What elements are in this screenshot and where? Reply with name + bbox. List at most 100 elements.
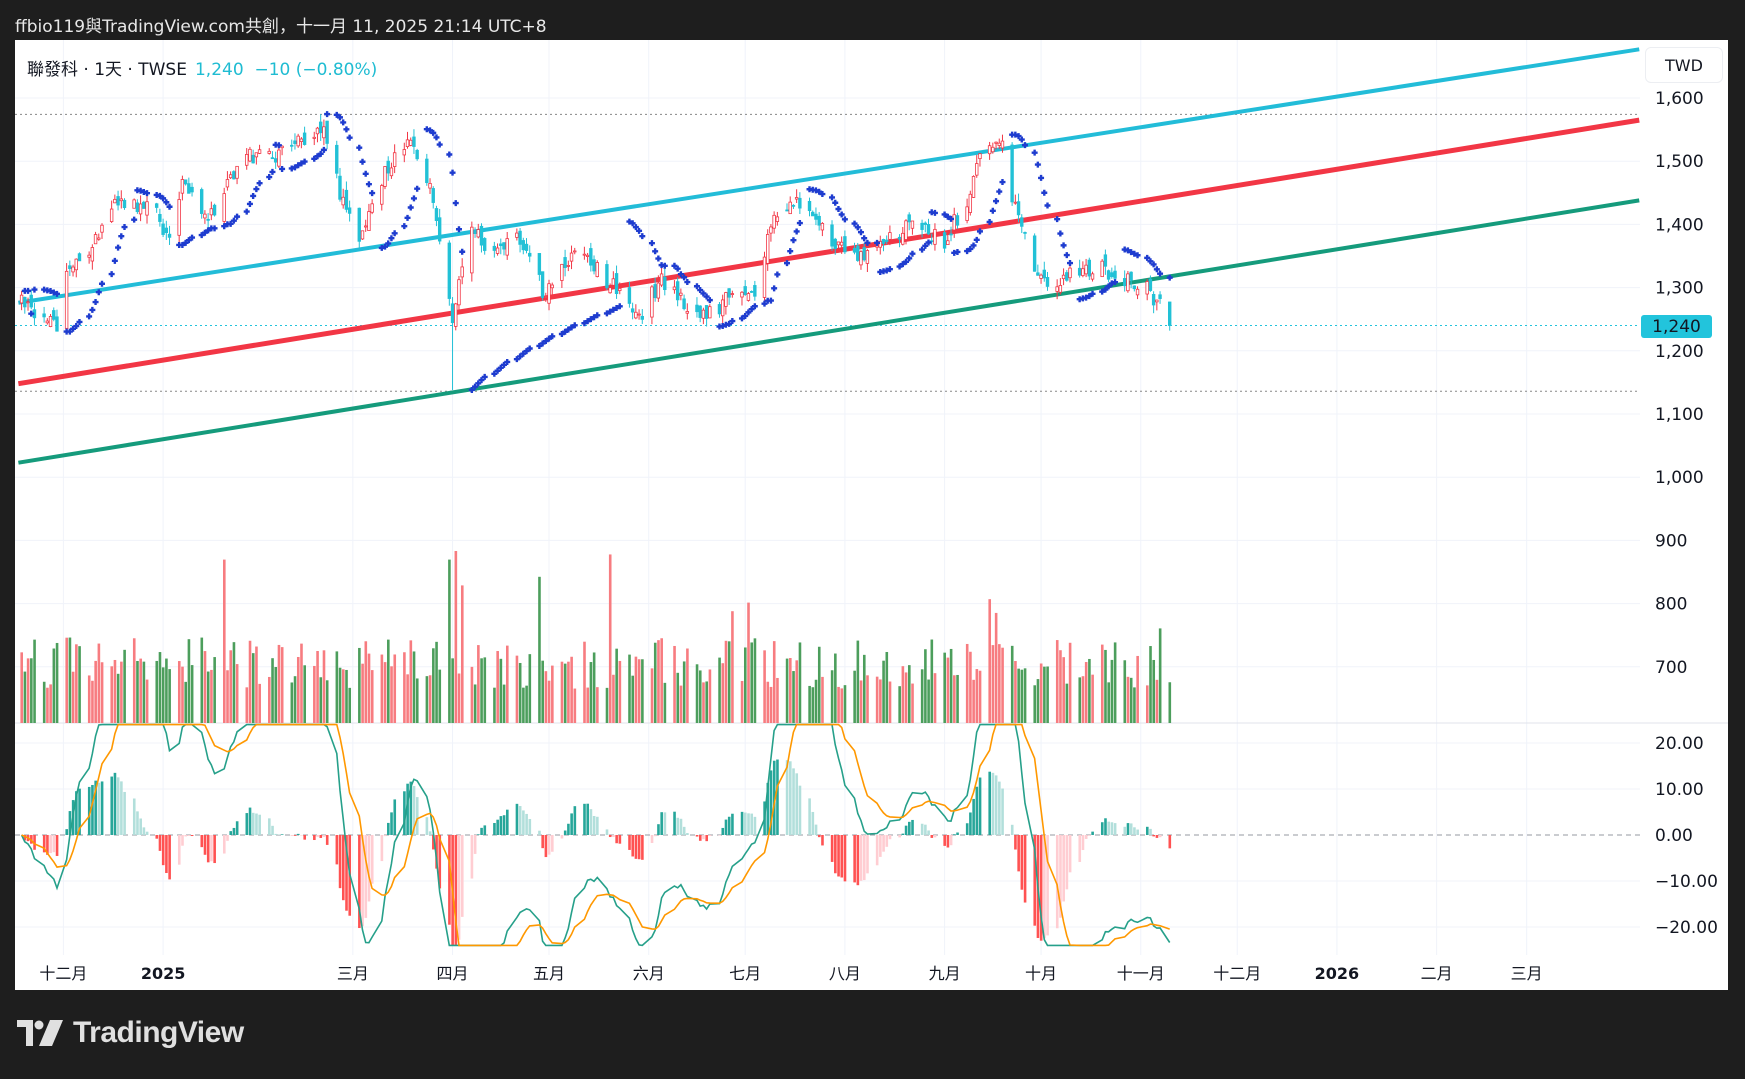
- price-tick-label: 800: [1655, 595, 1687, 615]
- sar-point: [89, 306, 96, 313]
- volume-bar: [165, 658, 168, 723]
- sar-point: [362, 170, 369, 177]
- candle-body: [473, 229, 477, 235]
- sar-point: [1067, 260, 1074, 267]
- volume-bar: [708, 669, 712, 723]
- candle-body: [605, 264, 609, 289]
- volume-bar: [322, 650, 326, 723]
- macd-histogram-bar: [843, 835, 847, 882]
- volume-bar: [843, 685, 847, 723]
- volume-bar: [393, 654, 397, 723]
- candle-body: [386, 160, 390, 174]
- macd-histogram-bar: [52, 835, 56, 853]
- macd-histogram-bar: [840, 835, 844, 878]
- candle-body: [277, 149, 281, 167]
- macd-histogram-bar: [139, 818, 142, 835]
- time-axis[interactable]: 十二月 2025 三月 四月 五月 六月 七月 八月 九月 十月 十一月 十二月 2026 二月 三月: [39, 964, 1542, 983]
- volume-bar: [885, 651, 889, 723]
- volume-bar: [155, 660, 159, 723]
- candle-body: [994, 141, 998, 144]
- candle-body: [772, 214, 776, 229]
- volume-bar: [87, 675, 91, 723]
- macd-histogram-bar: [698, 835, 702, 841]
- tradingview-logo-icon: [17, 1020, 63, 1046]
- macd-histogram-bar: [743, 812, 747, 835]
- macd-histogram-bar: [750, 813, 754, 835]
- macd-histogram-bar: [49, 835, 52, 854]
- sar-point: [343, 126, 350, 133]
- volume-bar: [226, 670, 229, 723]
- volume-bar: [409, 640, 413, 723]
- volume-bar: [1062, 657, 1065, 723]
- volume-bar: [998, 644, 1001, 723]
- macd-histogram-bar: [1107, 821, 1110, 835]
- macd-histogram-bar: [1020, 835, 1024, 890]
- macd-histogram-bar: [325, 835, 329, 845]
- candle-body: [1106, 270, 1111, 280]
- volume-bar: [1023, 668, 1027, 723]
- volume-bar: [563, 663, 567, 723]
- candle-body: [920, 222, 924, 230]
- volume-bar: [46, 687, 49, 723]
- macd-histogram-bar: [274, 833, 278, 835]
- candle-body: [785, 209, 789, 212]
- trend-line-channel-top[interactable]: [18, 47, 1640, 305]
- macd-histogram-bar: [933, 835, 937, 838]
- macd-histogram-bar: [924, 824, 927, 835]
- macd-histogram-bar: [116, 777, 120, 835]
- volume-bar: [817, 646, 821, 723]
- volume-bar: [200, 637, 204, 723]
- macd-histogram-bar: [608, 835, 612, 838]
- volume-bar: [296, 656, 300, 723]
- volume-bar: [1155, 679, 1159, 723]
- candle-body: [335, 144, 339, 174]
- macd-histogram-bar: [586, 803, 590, 835]
- macd-histogram-bar: [110, 776, 114, 835]
- volume-bar: [75, 644, 78, 723]
- macd-histogram-bar: [393, 799, 397, 835]
- sar-point: [115, 244, 122, 251]
- candle-body: [1168, 301, 1172, 326]
- macd-tick-label: 10.00: [1655, 780, 1704, 800]
- sar-point: [1063, 252, 1070, 259]
- volume-bar: [483, 657, 487, 723]
- macd-histogram-bar: [612, 835, 615, 838]
- volume-bar: [525, 685, 528, 723]
- candle-body: [347, 207, 352, 214]
- macd-histogram-bar: [473, 835, 477, 854]
- candle-body: [425, 158, 429, 184]
- chart-canvas[interactable]: 1,600 1,500 1,400 1,300 1,200 1,100 1,000 900 80…: [0, 0, 1745, 1079]
- candle-body: [203, 213, 207, 219]
- volume-bar: [158, 652, 162, 723]
- trend-lines[interactable]: [17, 47, 1640, 465]
- candle-body: [254, 152, 259, 158]
- volume-bar: [319, 677, 323, 723]
- volume-bar: [139, 658, 142, 723]
- volume-bar: [1043, 666, 1046, 723]
- volume-bar: [840, 688, 844, 723]
- candle-body: [679, 292, 683, 296]
- candle-body: [109, 208, 114, 222]
- macd-histogram-bar: [862, 835, 866, 881]
- candle-body: [991, 146, 995, 153]
- trend-line-channel-bottom[interactable]: [18, 198, 1640, 465]
- sar-point: [250, 192, 257, 199]
- candle-body: [1113, 270, 1117, 279]
- macd-histogram-bar: [875, 835, 879, 866]
- currency-button[interactable]: TWD: [1645, 47, 1723, 83]
- time-tick-label: 五月: [533, 964, 565, 983]
- macd-histogram-bar: [502, 815, 506, 835]
- macd-histogram-bar: [136, 811, 139, 835]
- time-tick-label: 三月: [1511, 964, 1543, 983]
- volume-bar: [772, 641, 776, 723]
- candle-body: [164, 227, 169, 234]
- candle-body: [341, 196, 345, 206]
- volume-bar: [949, 648, 953, 723]
- candle-body: [589, 248, 593, 266]
- trend-line-channel-mid[interactable]: [17, 117, 1640, 387]
- price-axis[interactable]: 1,600 1,500 1,400 1,300 1,200 1,100 1,000 900 80…: [1655, 89, 1718, 938]
- macd-histogram-bar: [448, 835, 451, 925]
- macd-histogram-bar: [830, 835, 834, 862]
- candle-body: [695, 304, 699, 313]
- candle-body: [630, 308, 635, 313]
